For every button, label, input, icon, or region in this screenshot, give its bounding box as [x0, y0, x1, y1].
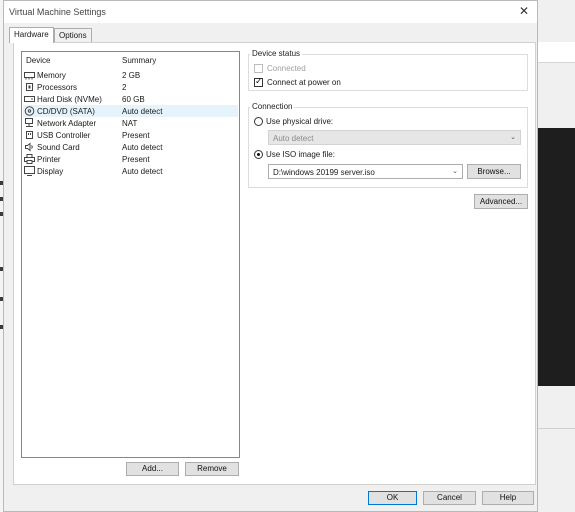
printer-icon — [24, 154, 35, 164]
device-name: Display — [37, 167, 64, 176]
close-icon[interactable]: ✕ — [517, 5, 531, 19]
speaker-icon — [24, 142, 35, 152]
device-status-title: Device status — [250, 49, 303, 58]
background-vm-screen — [538, 128, 575, 386]
memory-icon — [24, 70, 35, 80]
device-summary: Present — [122, 155, 150, 164]
cancel-button[interactable]: Cancel — [423, 491, 476, 505]
vm-settings-dialog: Virtual Machine Settings ✕ Hardware Opti… — [3, 0, 538, 512]
device-name: Processors — [37, 83, 78, 92]
window-title: Virtual Machine Settings — [9, 7, 106, 17]
ok-button[interactable]: OK — [368, 491, 417, 505]
usb-icon — [24, 130, 35, 140]
physical-drive-value: Auto detect — [273, 134, 314, 143]
physical-drive-select[interactable]: Auto detect ⌄ — [268, 130, 521, 145]
processor-icon — [24, 82, 35, 92]
device-row-usb-controller[interactable]: USB Controller Present — [23, 129, 238, 141]
device-list[interactable]: Device Summary Memory 2 GB Processors 2 … — [21, 51, 240, 458]
device-row-display[interactable]: Display Auto detect — [23, 165, 238, 177]
device-row-cd-dvd[interactable]: CD/DVD (SATA) Auto detect — [23, 105, 238, 117]
check-mark-icon: ✓ — [255, 76, 263, 86]
remove-device-button[interactable]: Remove — [185, 462, 239, 476]
device-name: Printer — [37, 155, 61, 164]
device-name: Hard Disk (NVMe) — [37, 95, 102, 104]
device-summary: Auto detect — [122, 143, 163, 152]
device-summary: 2 GB — [122, 71, 141, 80]
help-button[interactable]: Help — [482, 491, 534, 505]
device-row-network-adapter[interactable]: Network Adapter NAT — [23, 117, 238, 129]
device-name: Network Adapter — [37, 119, 97, 128]
device-name: Sound Card — [37, 143, 80, 152]
connected-label: Connected — [267, 64, 306, 73]
connect-at-power-on-label: Connect at power on — [267, 78, 341, 87]
device-summary: NAT — [122, 119, 138, 128]
use-physical-drive-radio[interactable] — [254, 117, 263, 126]
device-row-printer[interactable]: Printer Present — [23, 153, 238, 165]
device-row-sound-card[interactable]: Sound Card Auto detect — [23, 141, 238, 153]
network-adapter-icon — [24, 118, 35, 128]
tab-hardware[interactable]: Hardware — [9, 27, 54, 43]
device-summary: Auto detect — [122, 167, 163, 176]
device-name: Memory — [37, 71, 66, 80]
connect-at-power-on-checkbox[interactable]: ✓ — [254, 76, 263, 87]
browse-button[interactable]: Browse... — [467, 164, 521, 179]
hard-disk-icon — [24, 94, 35, 104]
background-divider — [538, 428, 575, 429]
iso-image-path-value: D:\windows 20199 server.iso — [273, 168, 375, 177]
device-summary: 2 — [122, 83, 127, 92]
monitor-icon — [24, 166, 35, 176]
connected-checkbox[interactable] — [254, 64, 263, 73]
title-bar: Virtual Machine Settings ✕ — [4, 1, 537, 23]
radio-selected-dot — [257, 153, 260, 156]
add-device-button[interactable]: Add... — [126, 462, 179, 476]
device-summary: Present — [122, 131, 150, 140]
background-toolbar — [538, 42, 575, 63]
chevron-down-icon: ⌄ — [510, 134, 516, 141]
device-row-hard-disk[interactable]: Hard Disk (NVMe) 60 GB — [23, 93, 238, 105]
cd-dvd-icon — [24, 106, 35, 116]
iso-image-path-field[interactable]: D:\windows 20199 server.iso ⌄ — [268, 164, 463, 179]
device-summary: 60 GB — [122, 95, 145, 104]
device-row-processors[interactable]: Processors 2 — [23, 81, 238, 93]
hardware-panel: Device Summary Memory 2 GB Processors 2 … — [13, 42, 536, 485]
list-header: Device Summary — [22, 52, 239, 67]
connection-title: Connection — [250, 102, 295, 111]
device-summary: Auto detect — [122, 107, 163, 116]
chevron-down-icon: ⌄ — [452, 168, 458, 175]
use-iso-image-label: Use ISO image file: — [266, 150, 335, 159]
device-name: CD/DVD (SATA) — [37, 107, 95, 116]
use-iso-image-radio[interactable] — [254, 150, 263, 159]
column-header-device: Device — [26, 56, 51, 65]
advanced-button[interactable]: Advanced... — [474, 194, 528, 209]
tab-options[interactable]: Options — [54, 28, 92, 42]
device-row-memory[interactable]: Memory 2 GB — [23, 69, 238, 81]
use-physical-drive-label: Use physical drive: — [266, 117, 334, 126]
device-name: USB Controller — [37, 131, 91, 140]
column-header-summary: Summary — [122, 56, 157, 65]
